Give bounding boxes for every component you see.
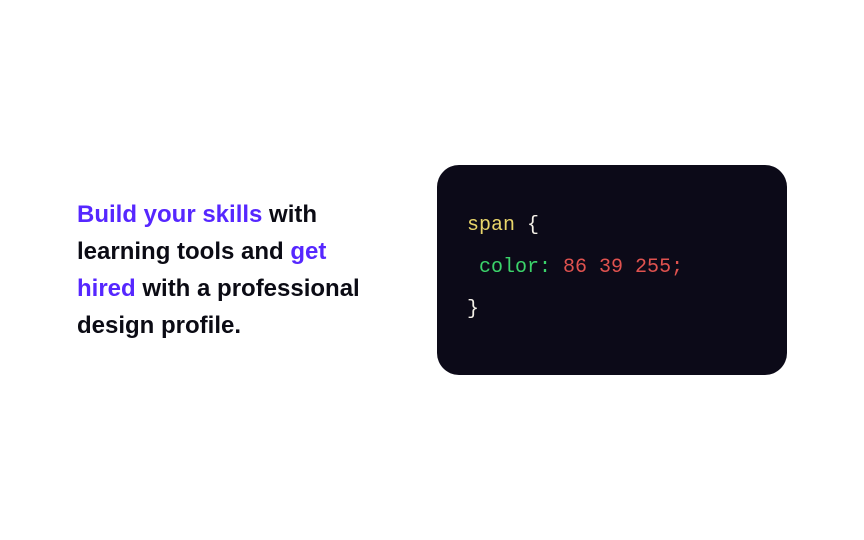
code-snippet-card: span { color: 86 39 255; } [437, 165, 787, 375]
code-selector: span [467, 214, 515, 237]
code-line-2: color: 86 39 255; [467, 247, 757, 289]
code-brace-close: } [467, 298, 479, 321]
heading-text: Build your skills with learning tools an… [77, 196, 387, 345]
heading-highlight-1: Build your skills [77, 201, 262, 228]
marketing-heading: Build your skills with learning tools an… [77, 196, 387, 345]
code-property: color [479, 256, 539, 279]
code-value: 86 39 255; [563, 256, 683, 279]
code-line-3: } [467, 289, 757, 331]
code-brace-open: { [527, 214, 539, 237]
code-colon: : [539, 256, 551, 279]
code-line-1: span { [467, 205, 757, 247]
